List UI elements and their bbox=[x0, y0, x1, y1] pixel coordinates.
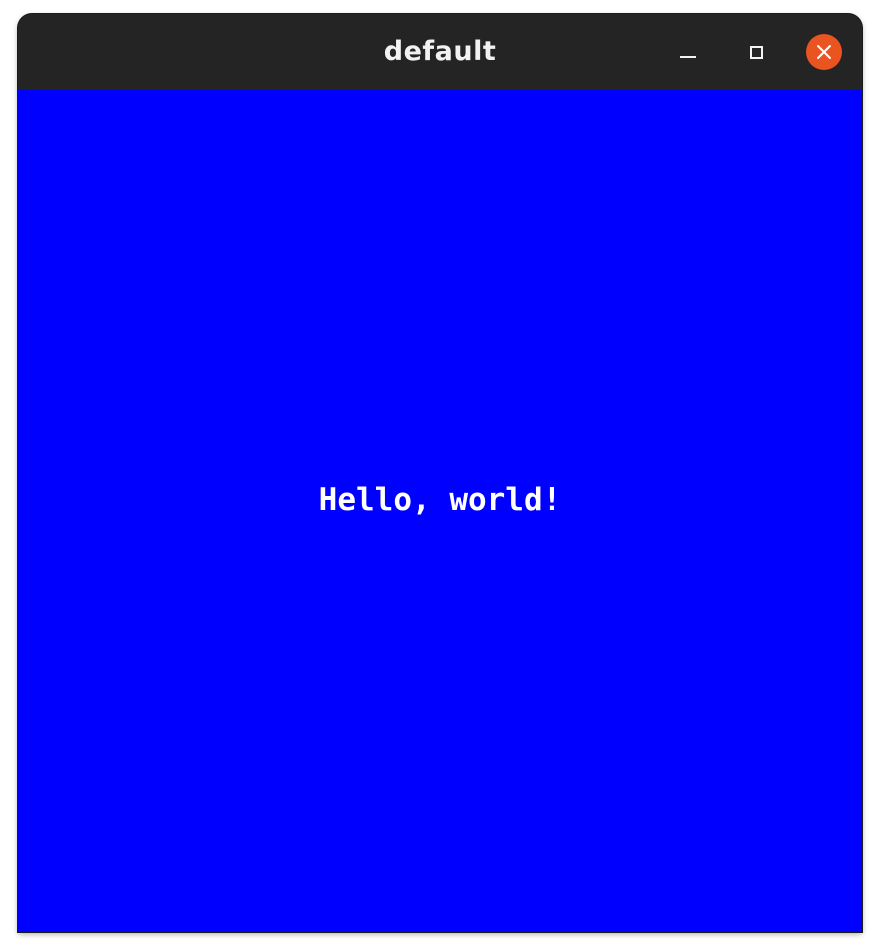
maximize-icon bbox=[749, 45, 763, 59]
hello-text: Hello, world! bbox=[318, 482, 562, 518]
canvas-area[interactable]: Hello, world! bbox=[18, 90, 862, 932]
window-title: default bbox=[383, 36, 497, 67]
close-button[interactable] bbox=[806, 34, 842, 70]
close-icon bbox=[817, 45, 831, 59]
minimize-button[interactable] bbox=[670, 34, 706, 70]
title-bar[interactable]: default bbox=[18, 14, 862, 91]
minimize-icon bbox=[680, 56, 696, 58]
app-window: default Hello, world! bbox=[18, 14, 862, 932]
maximize-button[interactable] bbox=[738, 34, 774, 70]
